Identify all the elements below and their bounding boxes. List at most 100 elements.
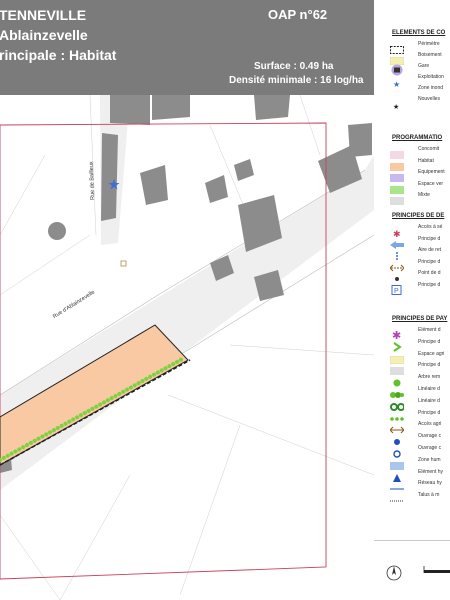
legend-label: Principe d — [418, 281, 441, 288]
svg-text:P: P — [394, 288, 399, 295]
legend-item: ✱ Accès à sé — [374, 223, 450, 239]
legend-label: Espace ver — [418, 180, 444, 187]
blue-line-icon — [390, 480, 404, 490]
north-arrow-icon — [386, 565, 402, 581]
legend-label: Talus à m — [418, 492, 440, 499]
legend-item: Périmètre — [374, 40, 450, 54]
svg-text:★: ★ — [393, 103, 399, 109]
blue-arrow-icon — [390, 236, 404, 249]
building — [101, 133, 118, 221]
legend-item: Linéaire d — [374, 385, 450, 398]
legend-label: Boisement — [418, 52, 442, 58]
legend-label: Périmètre — [418, 41, 440, 47]
building — [254, 95, 290, 120]
legend-label: Zone hum — [418, 456, 441, 463]
legend-item: Espace ver — [374, 180, 450, 194]
legend-item: Equipement — [374, 168, 450, 182]
commune-name: TENNEVILLE — [0, 7, 87, 23]
legend-item: Ouvrage c — [374, 444, 450, 458]
green-swatch-icon — [390, 181, 404, 194]
yellow-swatch-icon — [389, 52, 405, 66]
scale-bar-icon — [423, 566, 450, 573]
site-map[interactable]: Rue de Bailleux Rue d'Ablainzevelle — [0, 95, 374, 600]
legend-label: Arbre rem — [418, 374, 441, 381]
legend-item: Aire de ret — [374, 246, 450, 260]
building — [348, 123, 372, 157]
legend-label: Linéaire d — [418, 386, 440, 392]
blue-dot-icon — [390, 433, 404, 446]
black-star-icon: ★ — [390, 96, 404, 111]
double-circle-icon — [390, 398, 405, 411]
legend-label: Nouvelles — [418, 96, 440, 102]
grey-swatch-icon — [390, 192, 404, 205]
brown-arrow-icon — [389, 421, 405, 434]
legend-item: Accès agri — [374, 420, 450, 434]
green-circle-icon — [390, 374, 404, 387]
map-canvas — [0, 95, 374, 600]
legend-section-title: ELEMENTS DE CO — [392, 30, 446, 36]
legend-item: Elément hy — [374, 468, 450, 482]
legend-item: Mixte — [374, 191, 450, 205]
legend-item: Principe d — [374, 361, 450, 376]
legend-label: Elément d — [418, 327, 441, 333]
legend-label: Principe d — [418, 338, 441, 345]
legend-section-title: PROGRAMMATIO — [392, 135, 443, 141]
round-building — [48, 222, 66, 240]
legend-item: Principe d — [374, 409, 450, 421]
scale-north-area — [374, 540, 450, 600]
legend-label: Point de d — [418, 270, 441, 276]
building — [205, 175, 228, 203]
legend-label: Principe d — [418, 258, 441, 265]
green-chevron-icon — [390, 339, 404, 352]
map-header: TENNEVILLE Ablainzevelle rincipale : Hab… — [0, 0, 374, 95]
legend-item: Ouvrage c — [374, 432, 450, 446]
site-name: Ablainzevelle — [0, 27, 88, 43]
access-marker-icon — [120, 260, 127, 267]
building — [140, 165, 168, 205]
legend-item: Zone hum — [374, 456, 450, 470]
purple-asterisk-icon: ✱ — [390, 327, 404, 342]
legend-label: Mixte — [418, 192, 430, 198]
legend-item: Talus à m — [374, 491, 450, 502]
legend-section-title: PRINCIPES DE PAY — [392, 316, 448, 322]
red-asterisk-icon: ✱ — [390, 224, 404, 239]
legend-item: Habitat — [374, 157, 450, 171]
legend-item: Principe d — [374, 258, 450, 271]
legend-label: Accès agri — [418, 421, 442, 428]
legend-item: ★ Nouvelles — [374, 95, 450, 111]
double-arrow-icon — [389, 259, 405, 271]
legend-item: Principe d — [374, 235, 450, 249]
legend-label: Principe d — [418, 362, 441, 369]
legend-label: Accès à sé — [418, 224, 443, 230]
legend-item: Espace agri — [374, 350, 450, 364]
legend-item: Boisement — [374, 51, 450, 66]
blue-triangle-icon — [390, 469, 404, 482]
map-legend: ELEMENTS DE CO Périmètre Boisement Gare ★ Exp… — [374, 0, 450, 600]
legend-item: Zone inond — [374, 84, 450, 94]
purple-swatch-icon — [390, 169, 404, 182]
blue-star-icon: ★ — [390, 74, 404, 89]
legend-label: Réseau hy — [418, 480, 442, 487]
legend-item: Linéaire d — [374, 397, 450, 411]
density-value: Densité minimale : 16 log/ha — [229, 75, 364, 86]
building — [234, 159, 254, 181]
legend-item: Point de d — [374, 269, 450, 281]
legend-item: ✱ Elément d — [374, 326, 450, 342]
legend-label: Espace agri — [418, 350, 445, 357]
grey-swatch-icon — [390, 362, 404, 376]
legend-section-title: PRINCIPES DE DE — [392, 213, 445, 219]
building — [152, 95, 190, 120]
pink-swatch-icon — [390, 146, 404, 159]
orange-swatch-icon — [390, 158, 404, 171]
legend-item: Arbre rem — [374, 373, 450, 387]
tree-line-icon — [390, 386, 404, 398]
green-dots-icon — [390, 410, 404, 421]
legend-label: Exploitation — [418, 74, 444, 80]
yellow-swatch-icon — [389, 351, 405, 364]
legend-item: Gare — [374, 62, 450, 76]
legend-label: Elément hy — [418, 468, 444, 475]
blank-icon — [390, 85, 404, 93]
dotted-line-icon — [390, 492, 404, 502]
light-blue-swatch-icon — [390, 457, 404, 470]
legend-item: Réseau hy — [374, 479, 450, 490]
